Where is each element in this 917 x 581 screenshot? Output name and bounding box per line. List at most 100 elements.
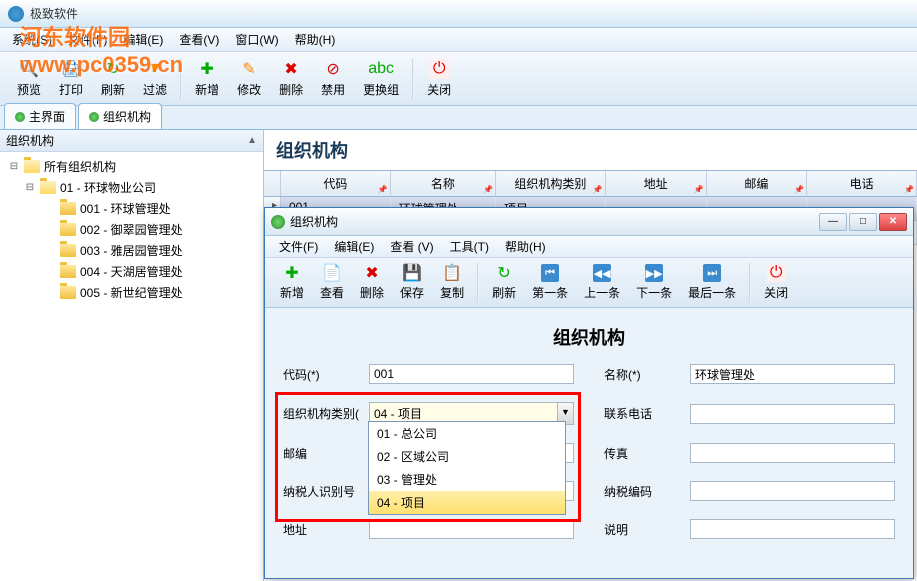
field-name: 名称(*): [604, 364, 895, 384]
menu-1[interactable]: 文件(F): [60, 28, 115, 51]
field-fax: 传真: [604, 443, 895, 463]
first-label: 第一条: [532, 284, 568, 301]
maximize-button[interactable]: □: [849, 213, 877, 231]
minimize-button[interactable]: —: [819, 213, 847, 231]
delete-icon: ✖: [281, 59, 301, 79]
refresh-icon: ↻: [103, 59, 123, 79]
input-desc[interactable]: [690, 519, 895, 539]
type-dropdown: 01 - 总公司02 - 区域公司03 - 管理处04 - 项目: [368, 421, 566, 515]
input-name[interactable]: [690, 364, 895, 384]
dialog-title-bar[interactable]: 组织机构 — □ ✕: [265, 208, 913, 236]
dropdown-option-03[interactable]: 03 - 管理处: [369, 468, 565, 491]
dlg-menu-2[interactable]: 查看 (V): [382, 236, 441, 257]
tb-print-button[interactable]: 🖨 打印: [51, 55, 91, 102]
dlg-menu-3[interactable]: 工具(T): [442, 236, 497, 257]
col-header-2[interactable]: 组织机构类别📌: [496, 171, 606, 196]
dlg-tb-view-button[interactable]: 📄查看: [314, 261, 350, 304]
collapse-toggle[interactable]: ▲: [247, 135, 257, 146]
col-header-0[interactable]: 代码📌: [281, 171, 391, 196]
main-panel-title: 组织机构: [276, 137, 348, 163]
tab-org-view[interactable]: 组织机构: [78, 103, 162, 129]
dlg-tb-new-button[interactable]: ✚新增: [274, 261, 310, 304]
tab-main-view[interactable]: 主界面: [4, 103, 76, 129]
tree-item-005[interactable]: 005 - 新世纪管理处: [4, 282, 259, 303]
expander-icon[interactable]: ⊟: [24, 182, 36, 193]
col-header-3[interactable]: 地址📌: [606, 171, 707, 196]
label-name: 名称(*): [604, 366, 690, 383]
menu-3[interactable]: 查看(V): [171, 28, 227, 51]
dropdown-option-01[interactable]: 01 - 总公司: [369, 422, 565, 445]
preview-icon: 🔍: [19, 59, 39, 79]
pin-icon: 📌: [483, 185, 493, 194]
dlg-menu-4[interactable]: 帮助(H): [497, 236, 554, 257]
new-icon: ✚: [283, 264, 301, 282]
close-button[interactable]: ✕: [879, 213, 907, 231]
edit-label: 修改: [237, 81, 261, 98]
changegroup-icon: abc: [371, 59, 391, 79]
dlg-menu-0[interactable]: 文件(F): [271, 236, 326, 257]
menu-2[interactable]: 编辑(E): [115, 28, 171, 51]
tb-refresh-button[interactable]: ↻刷新: [93, 55, 133, 102]
dlg-tb-delete-button[interactable]: ✖删除: [354, 261, 390, 304]
dlg-menu-1[interactable]: 编辑(E): [326, 236, 382, 257]
dlg-tb-copy-button[interactable]: 📋复制: [434, 261, 470, 304]
menu-4[interactable]: 窗口(W): [227, 28, 286, 51]
dlg-tb-close-button[interactable]: ⏻关闭: [758, 261, 794, 304]
tree-item-003[interactable]: 003 - 雅居园管理处: [4, 240, 259, 261]
col-header-4[interactable]: 邮编📌: [707, 171, 808, 196]
tb-delete-button[interactable]: ✖删除: [271, 55, 311, 102]
filter-label: 过滤: [143, 81, 167, 98]
input-address[interactable]: [369, 519, 574, 539]
dlg-tb-first-button[interactable]: ⏮ 第一条: [526, 261, 574, 304]
dropdown-option-04[interactable]: 04 - 项目: [369, 491, 565, 514]
menu-0[interactable]: 系统(S): [4, 28, 60, 51]
tree-company[interactable]: ⊟01 - 环球物业公司: [4, 177, 259, 198]
pin-icon: 📌: [694, 185, 704, 194]
input-code[interactable]: [369, 364, 574, 384]
first-icon: ⏮: [541, 264, 559, 282]
dlg-tb-next-button[interactable]: ▶▶下一条: [630, 261, 678, 304]
input-fax[interactable]: [690, 443, 895, 463]
input-phone[interactable]: [690, 404, 895, 424]
dlg-tb-prev-button[interactable]: ◀◀上一条: [578, 261, 626, 304]
folder-icon: [60, 223, 76, 236]
folder-icon: [60, 286, 76, 299]
input-taxcode[interactable]: [690, 481, 895, 501]
folder-icon: [60, 244, 76, 257]
pin-icon: 📌: [904, 185, 914, 194]
tb-disable-button[interactable]: ⊘禁用: [313, 55, 353, 102]
tb-changegroup-button[interactable]: abc更换组: [355, 55, 407, 102]
col-header-5[interactable]: 电话📌: [807, 171, 917, 196]
tb-filter-button[interactable]: ▼过滤: [135, 55, 175, 102]
tb-new-button[interactable]: ✚新增: [187, 55, 227, 102]
field-taxcode: 纳税编码: [604, 481, 895, 501]
pin-icon: 📌: [794, 185, 804, 194]
tree-item-004[interactable]: 004 - 天湖居管理处: [4, 261, 259, 282]
dlg-tb-refresh-button[interactable]: ↻刷新: [486, 261, 522, 304]
org-dialog: 组织机构 — □ ✕ 文件(F)编辑(E)查看 (V)工具(T)帮助(H) ✚新…: [264, 207, 914, 579]
tree-item-001[interactable]: 001 - 环球管理处: [4, 198, 259, 219]
tree-item-002[interactable]: 002 - 御翠园管理处: [4, 219, 259, 240]
col-header-1[interactable]: 名称📌: [391, 171, 496, 196]
folder-icon: [60, 202, 76, 215]
label-desc: 说明: [604, 521, 690, 538]
delete-label: 删除: [360, 284, 384, 301]
dialog-heading: 组织机构: [283, 316, 895, 364]
tb-preview-button[interactable]: 🔍预览: [9, 55, 49, 102]
tree-root[interactable]: ⊟所有组织机构: [4, 156, 259, 177]
print-icon: 🖨: [61, 59, 81, 79]
expander-icon[interactable]: ⊟: [8, 161, 20, 172]
dlg-tb-last-button[interactable]: ⏭最后一条: [682, 261, 742, 304]
copy-label: 复制: [440, 284, 464, 301]
dropdown-option-02[interactable]: 02 - 区域公司: [369, 445, 565, 468]
tree-body: ⊟所有组织机构⊟01 - 环球物业公司001 - 环球管理处002 - 御翠园管…: [0, 152, 263, 581]
label-taxid: 纳税人识别号: [283, 483, 369, 500]
dlg-tb-save-button[interactable]: 💾保存: [394, 261, 430, 304]
dialog-body: 组织机构 代码(*) 名称(*) 组织机构类别( 04 - 项目 ▼ 联系电话: [265, 308, 913, 578]
tb-edit-button[interactable]: ✎修改: [229, 55, 269, 102]
print-label: 打印: [59, 81, 83, 98]
menu-5[interactable]: 帮助(H): [287, 28, 344, 51]
field-address: 地址: [283, 519, 574, 539]
field-code: 代码(*): [283, 364, 574, 384]
tb-close-button[interactable]: ⏻关闭: [419, 55, 459, 102]
